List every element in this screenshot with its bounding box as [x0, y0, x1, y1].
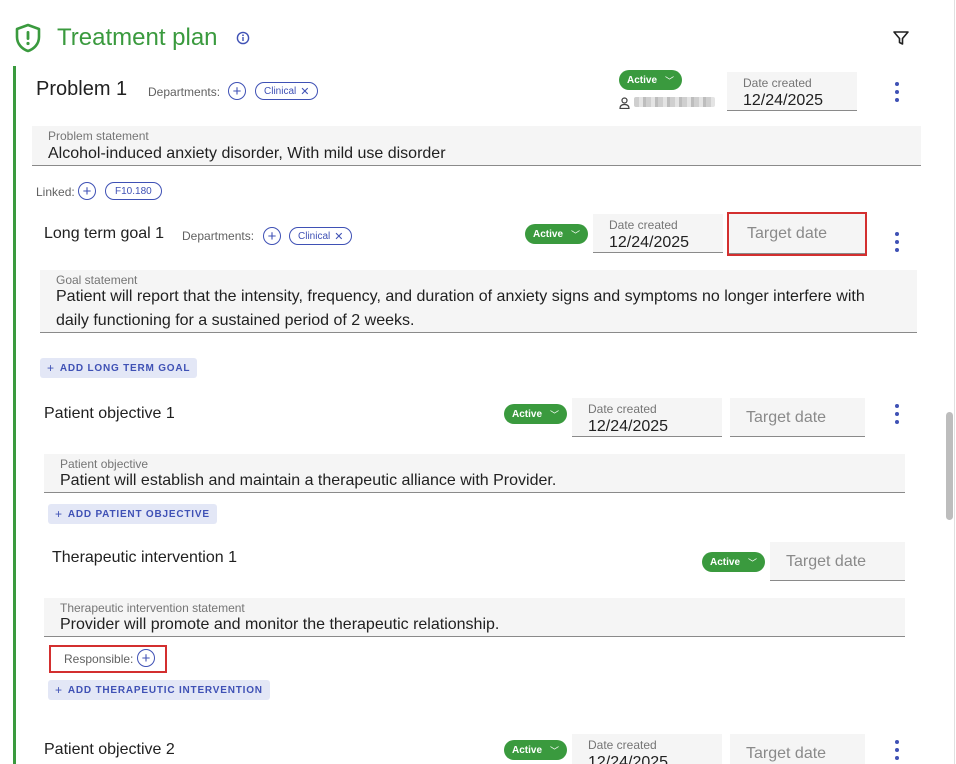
department-chip[interactable]: Clinical ✕	[255, 82, 319, 100]
plus-icon: +	[82, 182, 92, 200]
date-created-value: 12/24/2025	[588, 754, 669, 764]
objective-statement-value: Patient will establish and maintain a th…	[60, 472, 557, 489]
add-patient-objective-button[interactable]: + ADD PATIENT OBJECTIVE	[48, 504, 217, 524]
problem-statement-field[interactable]: Problem statement Alcohol-induced anxiet…	[32, 126, 921, 166]
add-button-label: ADD PATIENT OBJECTIVE	[67, 508, 210, 520]
status-label: Active	[627, 74, 658, 86]
status-label: Active	[512, 744, 543, 756]
problem-status-dropdown[interactable]: Active ﹀	[619, 70, 683, 90]
goal-status-dropdown[interactable]: Active ﹀	[525, 224, 589, 244]
target-date-placeholder: Target date	[746, 745, 827, 762]
add-button-label: ADD LONG TERM GOAL	[59, 362, 191, 374]
status-label: Active	[710, 556, 741, 568]
chip-label: Clinical	[298, 230, 331, 242]
objective-target-date-input[interactable]: Target date	[730, 398, 865, 437]
goal-date-created[interactable]: Date created 12/24/2025	[593, 214, 723, 253]
linked-code-chip[interactable]: F10.180	[105, 182, 162, 200]
intervention-statement-value: Provider will promote and monitor the th…	[60, 616, 500, 633]
section-accent-bar	[13, 66, 16, 764]
date-created-value: 12/24/2025	[609, 234, 690, 251]
add-button-label: ADD THERAPEUTIC INTERVENTION	[67, 684, 263, 696]
problem-statement-label: Problem statement	[48, 129, 149, 143]
date-created-label: Date created	[588, 402, 657, 416]
objective-status-dropdown[interactable]: Active ﹀	[504, 404, 568, 424]
info-icon[interactable]	[236, 31, 250, 45]
objective-title: Patient objective 2	[44, 741, 175, 758]
add-linked-button[interactable]: +	[78, 182, 96, 200]
add-therapeutic-intervention-button[interactable]: + ADD THERAPEUTIC INTERVENTION	[48, 680, 270, 700]
date-created-value: 12/24/2025	[588, 418, 669, 435]
target-date-placeholder: Target date	[746, 409, 827, 426]
chevron-down-icon: ﹀	[571, 229, 581, 240]
goal-statement-line1: Patient will report that the intensity, …	[56, 288, 865, 305]
chevron-down-icon: ﹀	[550, 409, 560, 420]
objective-status-dropdown[interactable]: Active ﹀	[504, 740, 568, 760]
user-icon	[619, 96, 630, 110]
long-term-goal-title: Long term goal 1	[44, 225, 165, 242]
chevron-down-icon: ﹀	[665, 75, 675, 86]
objective-target-date-input[interactable]: Target date	[730, 734, 865, 764]
add-department-button[interactable]: +	[263, 227, 281, 245]
date-created-value: 12/24/2025	[743, 92, 824, 109]
more-vert-icon[interactable]	[894, 82, 900, 102]
status-label: Active	[533, 228, 564, 240]
intervention-statement-field[interactable]: Therapeutic intervention statement Provi…	[44, 598, 905, 637]
date-created-label: Date created	[743, 76, 812, 90]
shield-alert-icon	[12, 22, 44, 54]
page-title: Treatment plan	[57, 24, 218, 51]
department-chip[interactable]: Clinical ✕	[289, 227, 353, 245]
chip-label: Clinical	[264, 85, 297, 97]
intervention-status-dropdown[interactable]: Active ﹀	[702, 552, 766, 572]
date-created-label: Date created	[588, 738, 657, 752]
plus-icon: +	[55, 683, 63, 697]
intervention-target-date-input[interactable]: Target date	[770, 542, 905, 581]
plus-icon: +	[232, 82, 242, 100]
chip-label: F10.180	[115, 185, 152, 197]
intervention-title: Therapeutic intervention 1	[52, 549, 237, 566]
status-label: Active	[512, 408, 543, 420]
goal-statement-line2: daily functioning for a sustained period…	[56, 312, 415, 329]
more-vert-icon[interactable]	[894, 740, 900, 760]
plus-icon: +	[47, 361, 55, 375]
responsible-label: Responsible:	[64, 652, 134, 666]
filter-icon[interactable]	[892, 29, 910, 47]
chevron-down-icon: ﹀	[550, 745, 560, 756]
redacted-user-name	[634, 97, 715, 107]
date-created-label: Date created	[609, 218, 678, 232]
goal-statement-field[interactable]: Goal statement Patient will report that …	[40, 270, 917, 333]
target-date-placeholder: Target date	[786, 553, 867, 570]
close-icon[interactable]: ✕	[334, 230, 343, 243]
plus-icon: +	[55, 507, 63, 521]
plus-icon: +	[267, 227, 277, 245]
linked-label: Linked:	[36, 185, 75, 199]
scrollbar-thumb[interactable]	[946, 412, 953, 520]
objective-date-created[interactable]: Date created 12/24/2025	[572, 398, 722, 437]
add-department-button[interactable]: +	[228, 82, 246, 100]
departments-label: Departments:	[182, 229, 255, 243]
problem-statement-value: Alcohol-induced anxiety disorder, With m…	[48, 145, 446, 162]
departments-label: Departments:	[148, 85, 221, 99]
add-responsible-button[interactable]: +	[137, 649, 155, 667]
close-icon[interactable]: ✕	[300, 85, 309, 98]
more-vert-icon[interactable]	[894, 404, 900, 424]
problem-title: Problem 1	[36, 78, 128, 100]
plus-icon: +	[141, 649, 151, 667]
highlight-target-date	[727, 212, 867, 256]
add-long-term-goal-button[interactable]: + ADD LONG TERM GOAL	[40, 358, 198, 378]
scroll-track	[954, 0, 955, 764]
more-vert-icon[interactable]	[894, 232, 900, 252]
chevron-down-icon: ﹀	[748, 557, 758, 568]
objective-date-created[interactable]: Date created 12/24/2025	[572, 734, 722, 764]
problem-date-created[interactable]: Date created 12/24/2025	[727, 72, 857, 111]
objective-statement-field[interactable]: Patient objective Patient will establish…	[44, 454, 905, 493]
objective-title: Patient objective 1	[44, 405, 175, 422]
